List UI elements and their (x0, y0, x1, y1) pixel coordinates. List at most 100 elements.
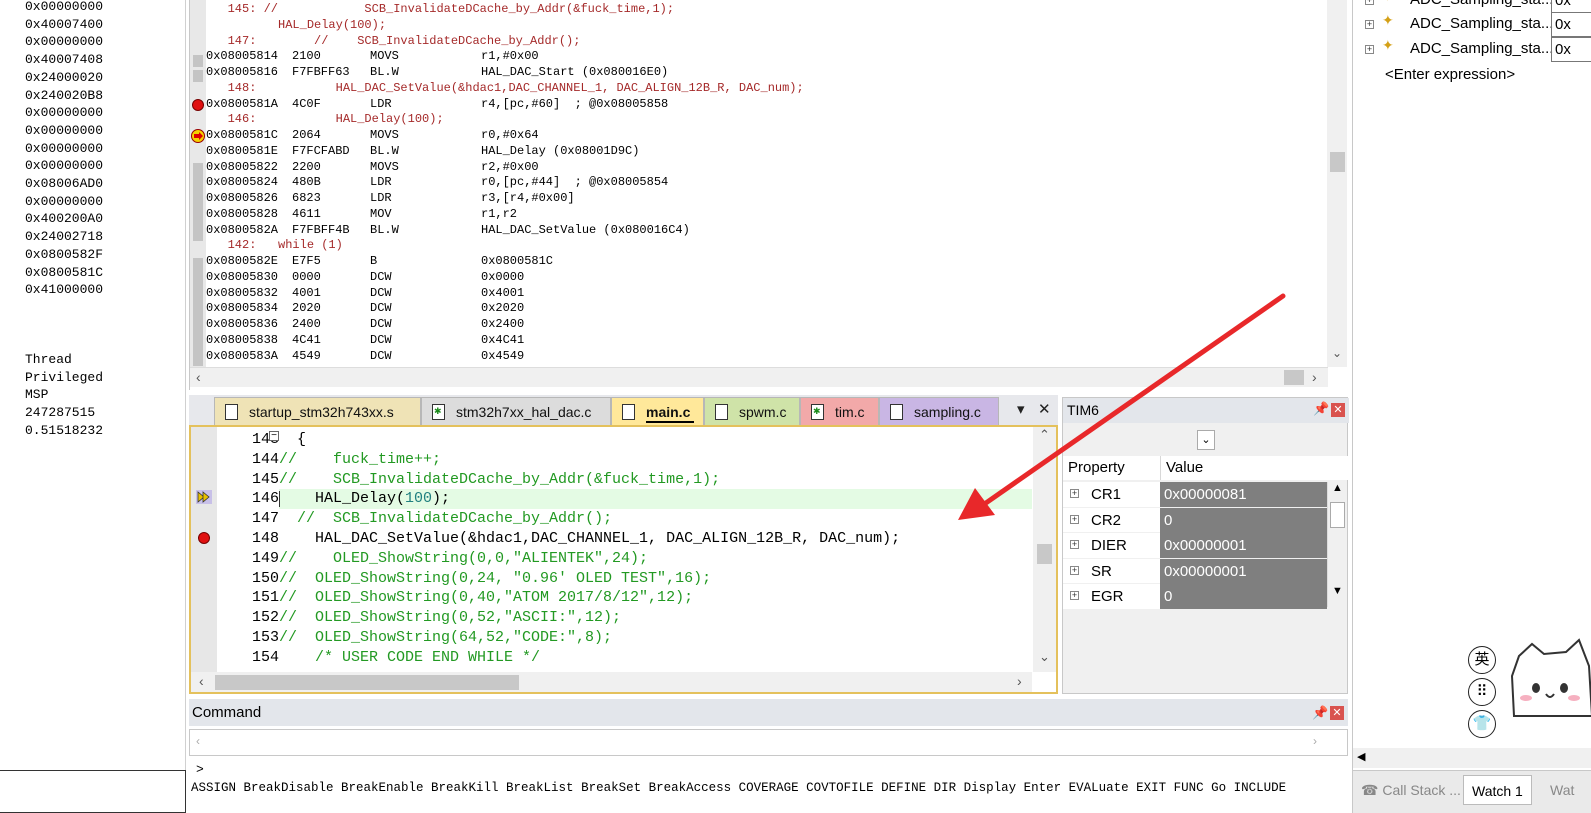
code-line[interactable]: /* USER CODE END WHILE */ (279, 648, 1032, 668)
scroll-thumb[interactable] (1284, 370, 1304, 385)
scroll-left-icon[interactable]: ‹ (199, 673, 204, 689)
code-line[interactable]: // OLED_ShowString(0,40,"ATOM 2017/8/12"… (279, 588, 1032, 608)
disasm-source-line[interactable]: HAL_Delay(100); (206, 18, 1327, 34)
scroll-left-icon[interactable]: ‹ (196, 734, 200, 748)
code-line[interactable]: // SCB_InvalidateDCache_by_Addr(); (279, 509, 1032, 529)
code-line[interactable]: // fuck_time++; (279, 450, 1032, 470)
scroll-down-icon[interactable]: ⌄ (1332, 346, 1342, 360)
disasm-instruction-line[interactable]: 0x0800581E F7FCFABD BL.W HAL_Delay (0x08001… (206, 144, 1327, 160)
tab-watch-1[interactable]: Watch 1 (1463, 775, 1532, 805)
scroll-left-icon[interactable]: ‹ (196, 369, 201, 385)
editor-vscroll[interactable]: ⌃ ⌄ (1033, 427, 1056, 672)
code-line[interactable]: HAL_Delay(100); (279, 489, 1032, 510)
scroll-right-icon[interactable]: › (1313, 734, 1317, 748)
enter-expression[interactable]: <Enter expression> (1385, 66, 1515, 83)
scroll-up-icon[interactable]: ▲ (1332, 482, 1343, 494)
disasm-instruction-line[interactable]: 0x08005834 2020 DCW 0x2020 (206, 301, 1327, 317)
property-vscroll[interactable]: ▲ ▼ (1327, 482, 1347, 607)
disasm-source-line[interactable]: 148: HAL_DAC_SetValue(&hdac1,DAC_CHANNEL… (206, 81, 1327, 97)
property-value[interactable]: 0x00000081 (1160, 482, 1327, 507)
disasm-instruction-line[interactable]: 0x08005816 F7FBFF63 BL.W HAL_DAC_Start (0x0… (206, 65, 1327, 81)
expand-icon[interactable]: + (1070, 591, 1079, 600)
scroll-down-icon[interactable]: ⌄ (1039, 649, 1050, 665)
command-window[interactable]: Command 📌 ✕ ‹ › > ASSIGN BreakDisable Br… (189, 699, 1348, 813)
scroll-right-icon[interactable]: › (1312, 369, 1317, 385)
tab-watch-2[interactable]: Wat (1550, 775, 1574, 805)
disasm-source-line[interactable]: 142: while (1) (206, 238, 1327, 254)
tim6-peripheral-window[interactable]: TIM6 📌 ✕ ⌄ Property Value + CR1 0x00000081… (1062, 397, 1349, 694)
mascot-widget[interactable]: 英 ⠿ 👕 (1464, 636, 1591, 756)
skin-button[interactable]: 👕 (1468, 710, 1496, 738)
expand-icon[interactable]: + (1070, 514, 1079, 524)
editor-hscroll[interactable]: ‹ › (191, 672, 1032, 692)
property-value[interactable]: 0x00000001 (1160, 533, 1327, 558)
tab-call-stack[interactable]: ☎ Call Stack ... (1361, 775, 1461, 805)
close-icon[interactable]: ✕ (1331, 403, 1345, 417)
tab-tim[interactable]: tim.c (800, 397, 879, 425)
disasm-instruction-line[interactable]: 0x08005838 4C41 DCW 0x4C41 (206, 333, 1327, 349)
scroll-thumb[interactable] (215, 675, 519, 690)
tab-list-dropdown-icon[interactable]: ▾ (1017, 400, 1025, 418)
disasm-instruction-line[interactable]: 0x0800581A 4C0F LDR r4,[pc,#60] ; @0x080058… (206, 97, 1327, 113)
property-row[interactable]: + DIER 0x00000001 (1063, 533, 1327, 559)
code-line[interactable]: // OLED_ShowString(0,0,"ALIENTEK",24); (279, 549, 1032, 569)
pin-icon[interactable]: 📌 (1313, 401, 1329, 417)
property-value[interactable]: 0 (1160, 507, 1327, 533)
disasm-instruction-line[interactable]: 0x08005830 0000 DCW 0x0000 (206, 270, 1327, 286)
property-row[interactable]: + EGR 0 (1063, 584, 1327, 610)
property-row[interactable]: + CR2 0 (1063, 507, 1327, 533)
editor-gutter[interactable] (191, 427, 217, 672)
peripheral-dropdown[interactable]: ⌄ (1197, 430, 1215, 450)
expand-icon[interactable]: + (1070, 489, 1079, 498)
scroll-down-icon[interactable]: ▼ (1332, 585, 1343, 597)
code-line[interactable]: // OLED_ShowString(64,52,"CODE:",8); (279, 628, 1032, 648)
expand-icon[interactable]: + (1365, 0, 1374, 5)
disasm-instruction-line[interactable]: 0x0800582A F7FBFF4B BL.W HAL_DAC_SetValue (… (206, 223, 1327, 239)
tab-sampling[interactable]: sampling.c (879, 397, 999, 425)
menu-button[interactable]: ⠿ (1468, 678, 1496, 706)
disasm-instruction-line[interactable]: 0x08005814 2100 MOVS r1,#0x00 (206, 49, 1327, 65)
disasm-instruction-line[interactable]: 0x08005822 2200 MOVS r2,#0x00 (206, 160, 1327, 176)
scroll-thumb[interactable] (1330, 152, 1345, 172)
close-icon[interactable]: ✕ (1330, 706, 1344, 720)
watch-row[interactable]: + ✦ ADC_Sampling_sta... 0x (1353, 37, 1591, 62)
language-button[interactable]: 英 (1468, 646, 1496, 674)
pin-icon[interactable]: 📌 (1312, 705, 1328, 721)
fold-icon[interactable]: − (269, 431, 279, 441)
scroll-thumb[interactable] (1037, 544, 1052, 564)
close-icon[interactable]: ✕ (1038, 400, 1051, 418)
disasm-margin[interactable] (190, 0, 206, 367)
watch-row[interactable]: + ✦ ADC_Sampling_sta... 0x (1353, 12, 1591, 37)
expand-icon[interactable]: + (1365, 20, 1374, 29)
disasm-instruction-line[interactable]: 0x08005828 4611 MOV r1,r2 (206, 207, 1327, 223)
scroll-right-icon[interactable]: › (1017, 673, 1022, 689)
disasm-instruction-line[interactable]: 0x08005832 4001 DCW 0x4001 (206, 286, 1327, 302)
disasm-source-line[interactable]: 147: // SCB_InvalidateDCache_by_Addr(); (206, 34, 1327, 50)
property-value[interactable]: 0x00000001 (1160, 558, 1327, 584)
tab-spwm[interactable]: spwm.c (704, 397, 800, 425)
code-line[interactable]: HAL_DAC_SetValue(&hdac1,DAC_CHANNEL_1, D… (279, 529, 1032, 549)
scroll-left-icon[interactable]: ◀ (1357, 750, 1365, 763)
code-area[interactable]: {// fuck_time++; // SCB_InvalidateDCache_… (279, 427, 1032, 672)
property-row[interactable]: + CR1 0x00000081 (1063, 482, 1327, 508)
expand-icon[interactable]: + (1365, 45, 1374, 54)
breakpoint-icon[interactable] (192, 99, 204, 111)
tab-hal-dac[interactable]: stm32h7xx_hal_dac.c (421, 397, 611, 425)
scroll-thumb[interactable] (1330, 502, 1345, 528)
code-line[interactable]: // OLED_ShowString(0,24, "0.96' OLED TES… (279, 569, 1032, 589)
breakpoint-icon[interactable] (198, 532, 210, 544)
code-line[interactable]: // OLED_ShowString(0,52,"ASCII:",12); (279, 608, 1032, 628)
disassembly-window[interactable]: 145: // SCB_InvalidateDCache_by_Addr(&fu… (189, 0, 1347, 390)
disasm-instruction-line[interactable]: 0x08005836 2400 DCW 0x2400 (206, 317, 1327, 333)
tab-startup[interactable]: startup_stm32h743xx.s (214, 397, 421, 425)
code-line[interactable]: { (279, 430, 1032, 450)
property-value[interactable]: 0 (1160, 584, 1327, 609)
command-prompt[interactable]: > (196, 762, 204, 777)
editor-window[interactable]: startup_stm32h743xx.s stm32h7xx_hal_dac.… (189, 395, 1058, 694)
disasm-hscroll[interactable]: ‹ › (190, 367, 1328, 387)
disasm-vscroll[interactable]: ⌄ (1327, 0, 1347, 367)
expand-icon[interactable]: + (1070, 540, 1079, 549)
scroll-up-icon[interactable]: ⌃ (1039, 427, 1050, 443)
disasm-source-line[interactable]: 145: // SCB_InvalidateDCache_by_Addr(&fu… (206, 2, 1327, 18)
code-line[interactable]: // SCB_InvalidateDCache_by_Addr(&fuck_ti… (279, 470, 1032, 490)
